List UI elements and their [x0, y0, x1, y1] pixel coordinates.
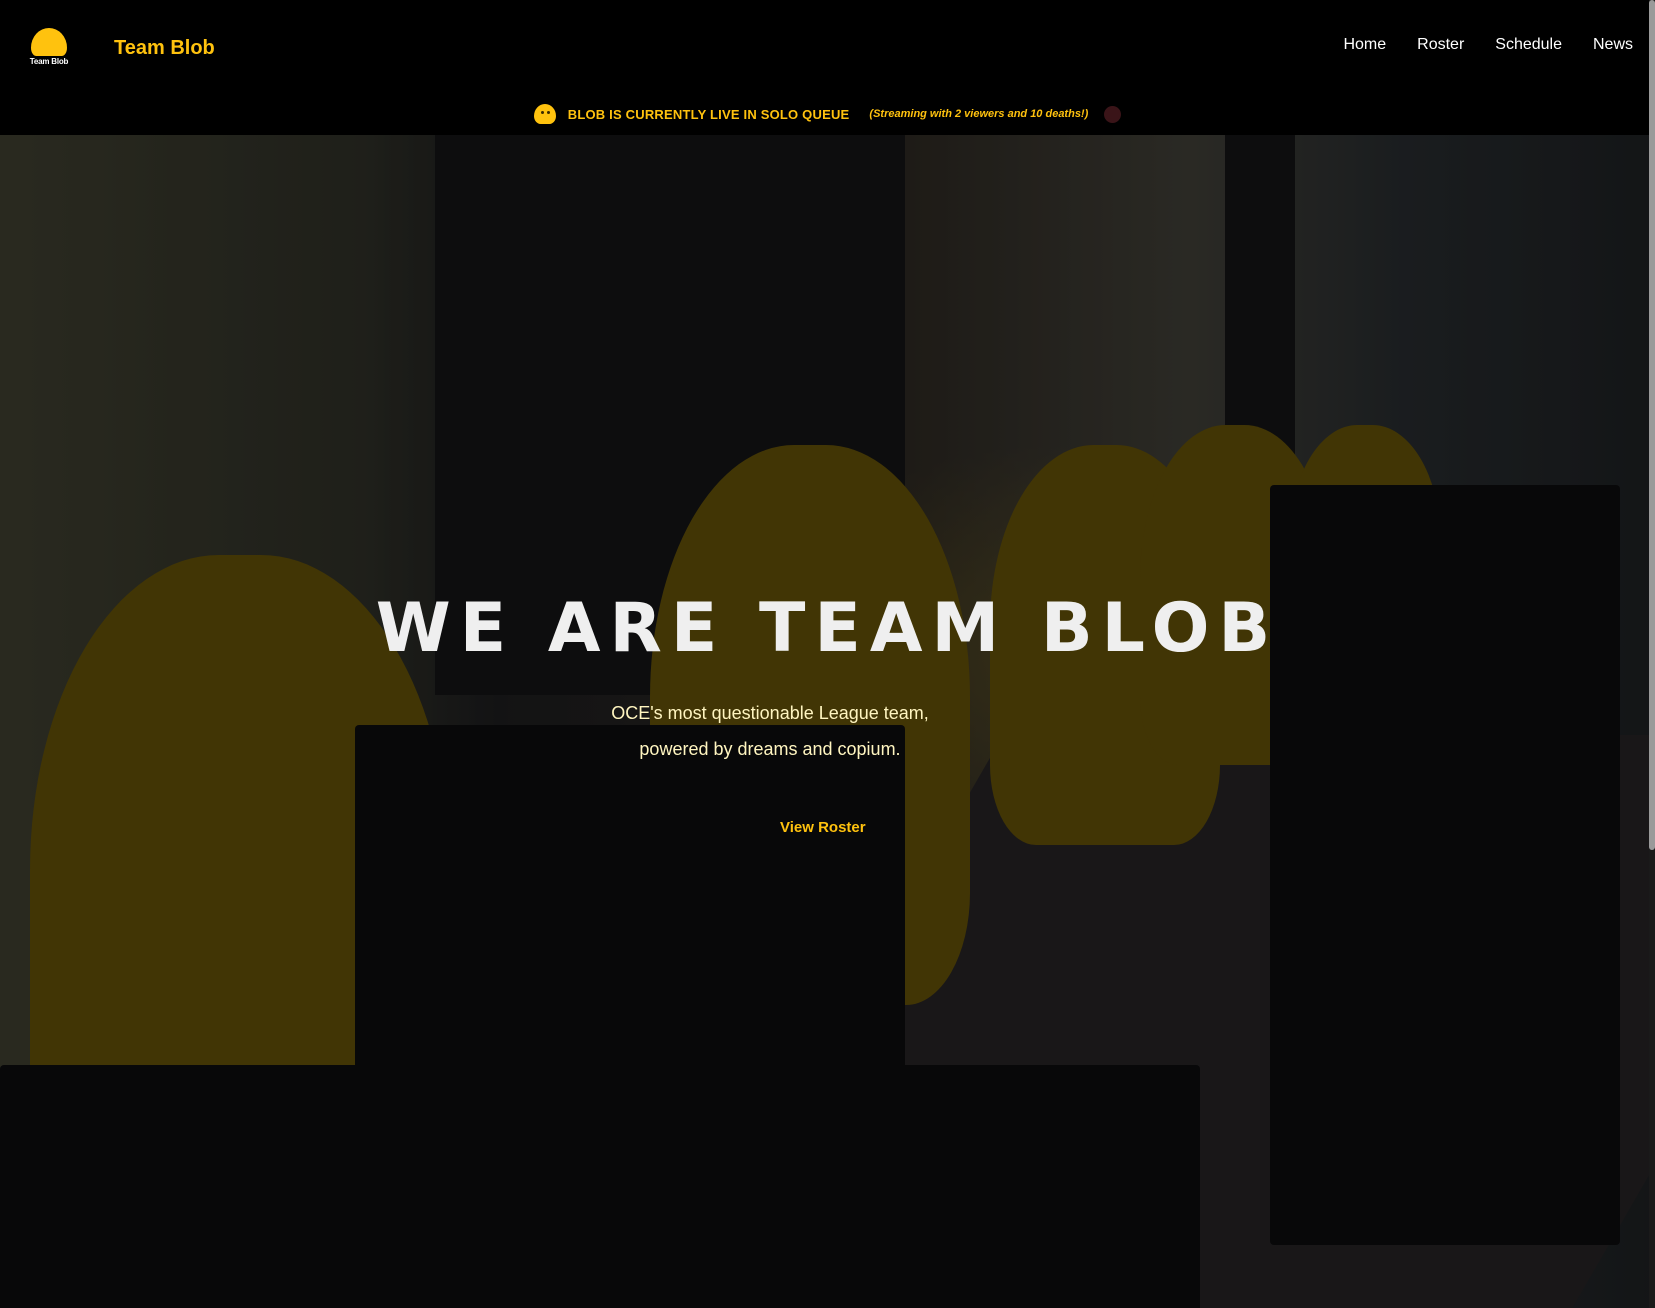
hero-subtitle-line-2: powered by dreams and copium. [639, 739, 901, 759]
brand[interactable]: Team Blob Team Blob [26, 26, 215, 70]
blob-dome-shape [31, 28, 67, 56]
logo-text: Team Blob [29, 57, 69, 66]
nav-news[interactable]: News [1593, 36, 1633, 54]
live-status-text: BLOB IS CURRENTLY LIVE IN SOLO QUEUE [567, 106, 850, 122]
page-scrollbar[interactable] [1649, 0, 1655, 1308]
nav-schedule[interactable]: Schedule [1495, 36, 1562, 54]
hero-section: WE ARE TEAM BLOB OCE's most questionable… [0, 135, 1655, 1308]
site-header: Team Blob Team Blob Home Roster Schedule… [0, 0, 1655, 135]
hero-subtitle-line-1: OCE's most questionable League team, [611, 703, 929, 723]
blob-face-icon [533, 104, 556, 124]
hero-subtitle: OCE's most questionable League team, pow… [0, 695, 1540, 767]
brand-name[interactable]: Team Blob [114, 37, 215, 60]
main-nav: Home Roster Schedule News [1343, 36, 1633, 54]
scrollbar-thumb[interactable] [1649, 0, 1655, 850]
nav-home[interactable]: Home [1343, 36, 1386, 54]
hero-title: WE ARE TEAM BLOB [375, 589, 1280, 668]
live-indicator-dot-icon [1104, 105, 1122, 123]
live-stream-details: (Streaming with 2 viewers and 10 deaths!… [869, 108, 1089, 120]
team-blob-logo-icon[interactable]: Team Blob [26, 26, 72, 70]
nav-roster[interactable]: Roster [1417, 36, 1464, 54]
view-roster-button[interactable]: View Roster [780, 819, 866, 836]
live-ticker[interactable]: BLOB IS CURRENTLY LIVE IN SOLO QUEUE (St… [0, 100, 1655, 128]
